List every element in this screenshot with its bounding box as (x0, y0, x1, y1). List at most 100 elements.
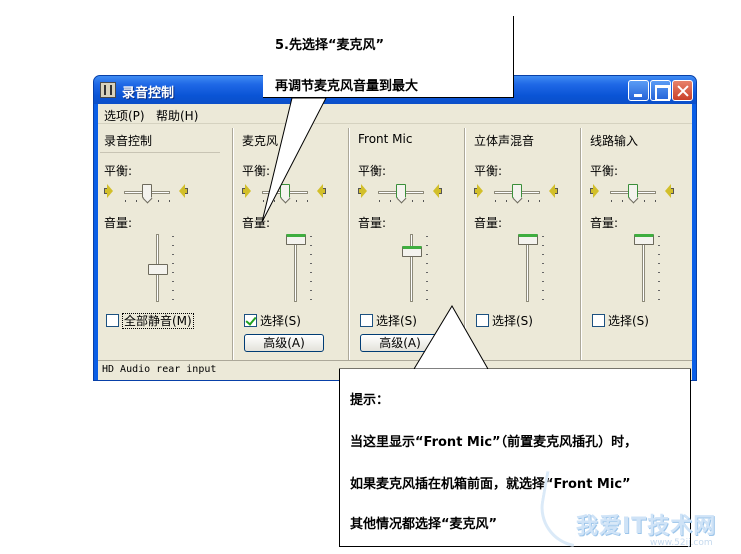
volume-label: 音量: (104, 216, 133, 230)
balance-thumb[interactable] (396, 184, 406, 198)
balance-thumb[interactable] (280, 184, 290, 198)
balance-slider[interactable] (240, 182, 352, 202)
channel-title: 录音控制 (104, 134, 153, 148)
volume-tick (542, 263, 544, 264)
balance-thumb[interactable] (142, 184, 152, 198)
close-button[interactable] (672, 80, 693, 101)
balance-tick (423, 200, 424, 202)
top-callout-line-1: 5.先选择“麦克风” (275, 38, 385, 53)
balance-slider[interactable] (356, 182, 468, 202)
volume-tick (426, 281, 428, 282)
balance-label: 平衡: (104, 164, 133, 178)
volume-track[interactable] (410, 234, 413, 302)
balance-label: 平衡: (358, 164, 387, 178)
volume-tick (310, 236, 312, 237)
volume-tick (426, 272, 428, 273)
balance-slider[interactable] (102, 182, 214, 202)
volume-tick (658, 299, 660, 300)
speaker-left-icon (356, 184, 368, 198)
volume-thumb[interactable] (402, 246, 422, 257)
balance-tick (296, 200, 297, 202)
checkbox-box[interactable] (476, 314, 489, 327)
top-instruction-callout: 5.先选择“麦克风” 再调节麦克风音量到最大 (263, 16, 514, 98)
volume-tick (172, 254, 174, 255)
volume-tick (172, 245, 174, 246)
volume-tick (426, 236, 428, 237)
mute-all-checkbox[interactable]: 全部静音(M) (106, 312, 194, 329)
speaker-right-icon (664, 184, 676, 198)
volume-tick (310, 290, 312, 291)
balance-tick (158, 200, 159, 202)
volume-tick (310, 272, 312, 273)
volume-tick (172, 263, 174, 264)
balance-thumb[interactable] (628, 184, 638, 198)
volume-thumb[interactable] (518, 234, 538, 245)
tip-line-3: 其他情况都选择“麦克风” (350, 517, 498, 532)
balance-slider[interactable] (588, 182, 696, 202)
volume-thumb[interactable] (634, 234, 654, 245)
balance-label: 平衡: (242, 164, 271, 178)
channel-strip: 线路输入 平衡: 音量: 选择(S) (584, 126, 696, 380)
advanced-button[interactable]: 高级(A) (360, 334, 440, 352)
volume-tick (658, 254, 660, 255)
balance-tick (379, 200, 380, 202)
volume-tick (658, 263, 660, 264)
select-checkbox[interactable]: 选择(S) (360, 312, 417, 329)
volume-tick (658, 245, 660, 246)
volume-tick (542, 281, 544, 282)
speaker-left-icon (588, 184, 600, 198)
speaker-right-icon (548, 184, 560, 198)
volume-tick (310, 245, 312, 246)
volume-tick (310, 254, 312, 255)
checkbox-label: 选择(S) (608, 314, 649, 328)
speaker-left-icon (472, 184, 484, 198)
menu-bar: 选项(P) 帮助(H) (98, 104, 692, 124)
channel-separator (232, 128, 234, 380)
balance-tick (655, 200, 656, 202)
balance-tick (611, 200, 612, 202)
volume-tick (542, 299, 544, 300)
volume-label: 音量: (590, 216, 619, 230)
tip-line-2: 如果麦克风插在机箱前面，就选择“Front Mic” (350, 477, 631, 492)
balance-label: 平衡: (590, 164, 619, 178)
minimize-button[interactable] (628, 80, 649, 101)
speaker-right-icon (316, 184, 328, 198)
balance-tick (263, 200, 264, 202)
volume-tick (658, 236, 660, 237)
menu-help[interactable]: 帮助(H) (156, 107, 198, 124)
volume-tick (310, 281, 312, 282)
checkbox-box[interactable] (106, 314, 119, 327)
balance-tick (136, 200, 137, 202)
balance-tick (644, 200, 645, 202)
balance-thumb[interactable] (512, 184, 522, 198)
channel-title-divider (100, 152, 220, 153)
checkbox-box[interactable] (592, 314, 605, 327)
window-client: 选项(P) 帮助(H) 录音控制 平衡: 音量: 全部静音(M) 麦克风 平衡: 音量: 选择… (98, 104, 692, 380)
channel-strip: 录音控制平衡: 音量: 全部静音(M) (98, 126, 234, 380)
volume-thumb[interactable] (148, 264, 168, 275)
volume-label: 音量: (242, 216, 271, 230)
volume-tick (172, 281, 174, 282)
volume-tick (426, 299, 428, 300)
menu-options[interactable]: 选项(P) (104, 107, 145, 124)
maximize-button[interactable] (650, 80, 671, 101)
advanced-button[interactable]: 高级(A) (244, 334, 324, 352)
select-checkbox[interactable]: 选择(S) (476, 312, 533, 329)
checkbox-box[interactable] (360, 314, 373, 327)
select-checkbox[interactable]: 选择(S) (592, 312, 649, 329)
balance-tick (390, 200, 391, 202)
speaker-right-icon (178, 184, 190, 198)
volume-thumb[interactable] (286, 234, 306, 245)
volume-tick (310, 263, 312, 264)
speaker-left-icon (102, 184, 114, 198)
select-checkbox[interactable]: 选择(S) (244, 312, 301, 329)
volume-tick (172, 290, 174, 291)
balance-tick (539, 200, 540, 202)
speaker-right-icon (432, 184, 444, 198)
balance-slider[interactable] (472, 182, 584, 202)
volume-tick (426, 254, 428, 255)
balance-tick (169, 200, 170, 202)
balance-tick (412, 200, 413, 202)
checkbox-box[interactable] (244, 314, 257, 327)
balance-tick (528, 200, 529, 202)
